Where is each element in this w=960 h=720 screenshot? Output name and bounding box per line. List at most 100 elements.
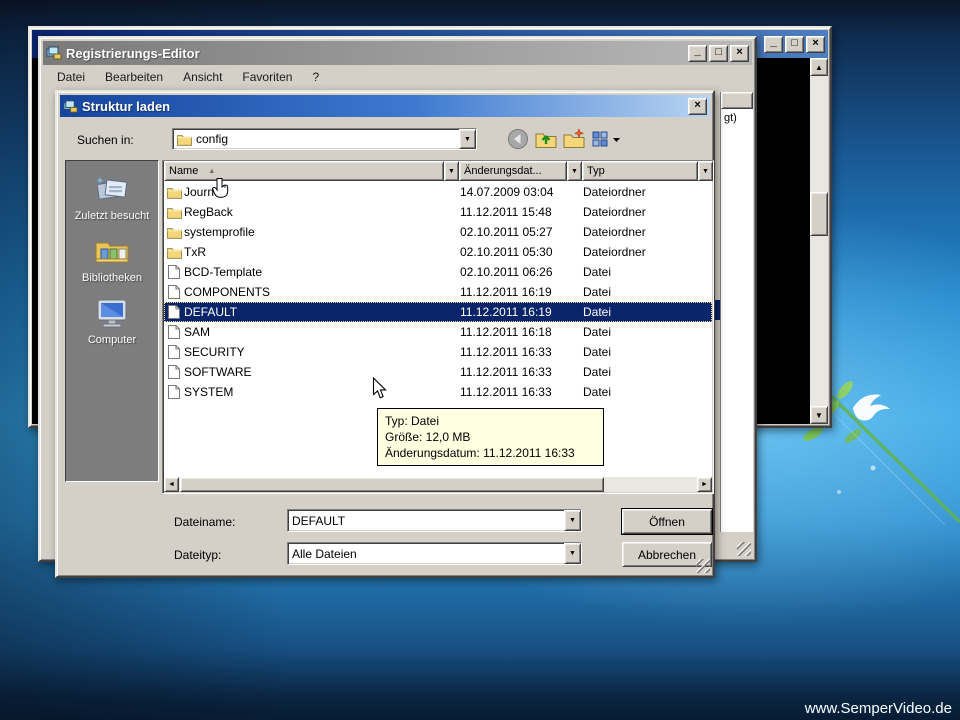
folder-icon: [167, 186, 182, 199]
regedit-menubar: Datei Bearbeiten Ansicht Favoriten ?: [43, 66, 752, 88]
file-row[interactable]: SECURITY11.12.2011 16:33Datei: [164, 342, 712, 362]
console-scrollbar-thumb[interactable]: [810, 192, 828, 236]
file-name: TxR: [184, 245, 460, 259]
recent-places-icon: [94, 173, 130, 207]
column-filter-name-icon[interactable]: ▼: [444, 161, 459, 181]
hscrollbar-thumb[interactable]: [180, 477, 604, 492]
console-minimize-button[interactable]: _: [764, 36, 783, 53]
views-menu-icon[interactable]: [591, 128, 623, 150]
console-maximize-button[interactable]: □: [785, 36, 804, 53]
filename-combobox[interactable]: DEFAULT ▼: [287, 509, 582, 532]
menu-item-help[interactable]: ?: [312, 70, 319, 84]
place-recent-label: Zuletzt besucht: [75, 210, 150, 222]
folder-icon: [167, 246, 182, 259]
filename-label: Dateiname:: [174, 515, 235, 529]
menu-item-datei[interactable]: Datei: [57, 70, 85, 84]
file-icon: [164, 305, 184, 319]
folder-icon: [177, 133, 192, 146]
file-list-horizontal-scrollbar[interactable]: ◄ ►: [164, 477, 712, 492]
dialog-resize-grip[interactable]: [696, 559, 710, 573]
place-computer[interactable]: Computer: [66, 297, 158, 346]
folder-icon: [167, 206, 182, 219]
column-filter-type-icon[interactable]: ▼: [698, 161, 713, 181]
file-icon: [168, 265, 180, 279]
file-name: systemprofile: [184, 225, 460, 239]
registry-editor-titlebar[interactable]: Registrierungs-Editor _ □ ×: [43, 41, 752, 65]
file-icon: [164, 265, 184, 279]
scroll-up-icon[interactable]: ▲: [810, 58, 828, 76]
file-modified-date: 02.10.2011 06:26: [460, 265, 583, 279]
column-header-type[interactable]: Typ: [582, 161, 698, 181]
open-button[interactable]: Öffnen: [622, 509, 712, 534]
place-recent[interactable]: Zuletzt besucht: [66, 173, 158, 222]
filetype-combobox[interactable]: Alle Dateien ▼: [287, 542, 582, 565]
filetype-label: Dateityp:: [174, 548, 221, 562]
regedit-minimize-button[interactable]: _: [688, 45, 707, 62]
folder-icon: [164, 206, 184, 219]
filename-value: DEFAULT: [292, 514, 345, 528]
column-filter-date-icon[interactable]: ▼: [567, 161, 582, 181]
scroll-down-icon[interactable]: ▼: [810, 406, 828, 424]
file-icon: [168, 305, 180, 319]
file-row[interactable]: TxR02.10.2011 05:30Dateiordner: [164, 242, 712, 262]
places-bar: Zuletzt besucht Bibliotheken Computer: [65, 160, 159, 482]
file-row[interactable]: DEFAULT11.12.2011 16:19Datei: [164, 302, 712, 322]
regedit-column-header-fragment[interactable]: [721, 92, 753, 109]
chevron-down-icon[interactable]: ▼: [459, 129, 476, 149]
file-name: Journal: [184, 185, 460, 199]
file-row[interactable]: SYSTEM11.12.2011 16:33Datei: [164, 382, 712, 402]
console-vertical-scrollbar[interactable]: ▲ ▼: [810, 58, 828, 424]
file-type: Dateiordner: [583, 245, 712, 259]
file-modified-date: 11.12.2011 16:19: [460, 305, 583, 319]
file-row[interactable]: COMPONENTS11.12.2011 16:19Datei: [164, 282, 712, 302]
place-libraries[interactable]: Bibliotheken: [66, 235, 158, 284]
file-row[interactable]: Journal14.07.2009 03:04Dateiordner: [164, 182, 712, 202]
new-folder-icon[interactable]: [563, 128, 585, 150]
regedit-resize-grip[interactable]: [737, 542, 751, 556]
scroll-left-icon[interactable]: ◄: [164, 477, 179, 492]
file-row[interactable]: BCD-Template02.10.2011 06:26Datei: [164, 262, 712, 282]
console-close-button[interactable]: ×: [806, 36, 825, 53]
load-hive-dialog: Struktur laden × Suchen in: config ▼: [55, 90, 715, 578]
file-name: SOFTWARE: [184, 365, 460, 379]
file-modified-date: 11.12.2011 16:33: [460, 385, 583, 399]
chevron-down-icon[interactable]: ▼: [564, 543, 581, 564]
file-icon: [168, 285, 180, 299]
file-name: SECURITY: [184, 345, 460, 359]
file-row[interactable]: SAM11.12.2011 16:18Datei: [164, 322, 712, 342]
menu-item-bearbeiten[interactable]: Bearbeiten: [105, 70, 163, 84]
file-icon: [164, 285, 184, 299]
dialog-titlebar[interactable]: Struktur laden ×: [60, 95, 710, 117]
file-icon: [164, 365, 184, 379]
file-icon: [168, 385, 180, 399]
dialog-close-button[interactable]: ×: [688, 98, 707, 115]
column-header-name[interactable]: Name ▲: [164, 161, 444, 181]
file-type: Datei: [583, 305, 712, 319]
file-icon: [168, 365, 180, 379]
file-name: BCD-Template: [184, 265, 460, 279]
regedit-close-button[interactable]: ×: [730, 45, 749, 62]
look-in-combobox[interactable]: config ▼: [172, 128, 477, 150]
file-row[interactable]: SOFTWARE11.12.2011 16:33Datei: [164, 362, 712, 382]
file-type: Datei: [583, 345, 712, 359]
regedit-values-panel-fragment: gt): [720, 92, 753, 532]
tooltip-modified: Änderungsdatum: 11.12.2011 16:33: [385, 445, 596, 461]
tooltip-type: Typ: Datei: [385, 413, 596, 429]
menu-item-favoriten[interactable]: Favoriten: [242, 70, 292, 84]
chevron-down-icon[interactable]: ▼: [564, 510, 581, 531]
file-name: SYSTEM: [184, 385, 460, 399]
file-tooltip: Typ: Datei Größe: 12,0 MB Änderungsdatum…: [377, 408, 604, 466]
up-one-level-icon[interactable]: [535, 128, 557, 150]
libraries-icon: [93, 235, 131, 269]
column-header-date[interactable]: Änderungsdat...: [459, 161, 567, 181]
file-icon: [164, 325, 184, 339]
folder-icon: [164, 226, 184, 239]
back-icon[interactable]: [507, 128, 529, 150]
scroll-right-icon[interactable]: ►: [697, 477, 712, 492]
menu-item-ansicht[interactable]: Ansicht: [183, 70, 222, 84]
regedit-maximize-button[interactable]: □: [709, 45, 728, 62]
file-row[interactable]: systemprofile02.10.2011 05:27Dateiordner: [164, 222, 712, 242]
filetype-value: Alle Dateien: [292, 547, 357, 561]
file-row[interactable]: RegBack11.12.2011 15:48Dateiordner: [164, 202, 712, 222]
place-computer-label: Computer: [88, 334, 136, 346]
